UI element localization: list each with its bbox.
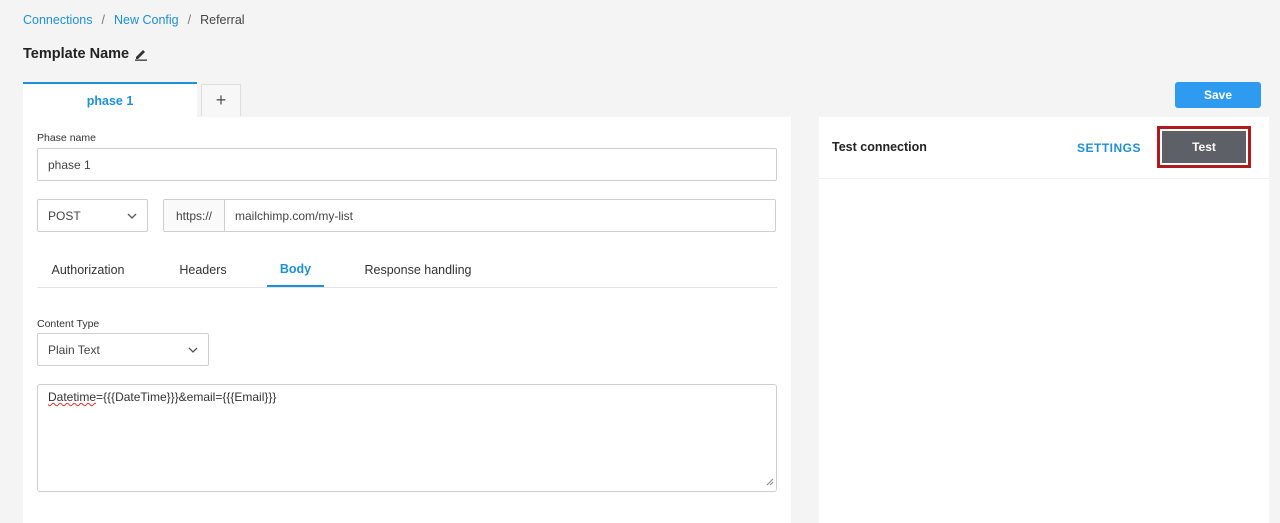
url-input-group: https:// mailchimp.com/my-list bbox=[163, 199, 776, 232]
test-button[interactable]: Test bbox=[1162, 131, 1246, 163]
tab-body[interactable]: Body bbox=[267, 252, 324, 287]
url-input[interactable]: mailchimp.com/my-list bbox=[225, 209, 353, 223]
content-type-value: Plain Text bbox=[48, 342, 100, 357]
tab-phase-1[interactable]: phase 1 bbox=[23, 82, 197, 117]
settings-link[interactable]: SETTINGS bbox=[1077, 141, 1141, 155]
http-method-value: POST bbox=[48, 208, 81, 223]
breadcrumb-separator: / bbox=[101, 13, 105, 27]
pencil-icon[interactable] bbox=[134, 47, 148, 61]
resize-handle-icon[interactable] bbox=[765, 475, 774, 489]
add-phase-button[interactable]: + bbox=[201, 84, 241, 116]
plus-icon: + bbox=[215, 90, 227, 110]
body-textarea[interactable]: Datetime={{{DateTime}}}&email={{{Email}}… bbox=[37, 384, 777, 492]
breadcrumb-new-config-link[interactable]: New Config bbox=[114, 13, 179, 27]
chevron-down-icon bbox=[127, 213, 137, 219]
breadcrumb-current: Referral bbox=[200, 13, 245, 27]
phase-name-label: Phase name bbox=[37, 132, 96, 144]
content-type-label: Content Type bbox=[37, 318, 100, 330]
template-name-text: Template Name bbox=[23, 46, 130, 62]
tab-headers[interactable]: Headers bbox=[163, 252, 243, 287]
breadcrumb-connections-link[interactable]: Connections bbox=[23, 13, 93, 27]
request-subtabs: Authorization Headers Body Response hand… bbox=[37, 252, 777, 288]
chevron-down-icon bbox=[188, 347, 198, 353]
content-type-select[interactable]: Plain Text bbox=[37, 333, 209, 366]
tab-response-handling[interactable]: Response handling bbox=[352, 252, 484, 287]
phase-name-value: phase 1 bbox=[48, 157, 91, 172]
url-protocol-prefix: https:// bbox=[164, 200, 225, 231]
tab-authorization[interactable]: Authorization bbox=[37, 252, 139, 287]
phase-name-input[interactable]: phase 1 bbox=[37, 148, 777, 181]
breadcrumb: Connections / New Config / Referral bbox=[23, 13, 245, 27]
body-text: ={{{DateTime}}}&email={{{Email}}} bbox=[96, 390, 277, 404]
body-text-misspelled: Datetime bbox=[48, 390, 97, 404]
breadcrumb-separator: / bbox=[187, 13, 192, 27]
save-button[interactable]: Save bbox=[1175, 82, 1261, 108]
http-method-select[interactable]: POST bbox=[37, 199, 148, 232]
test-connection-title: Test connection bbox=[832, 140, 927, 154]
test-panel-divider bbox=[819, 178, 1269, 179]
page-title: Template Name bbox=[23, 46, 148, 62]
